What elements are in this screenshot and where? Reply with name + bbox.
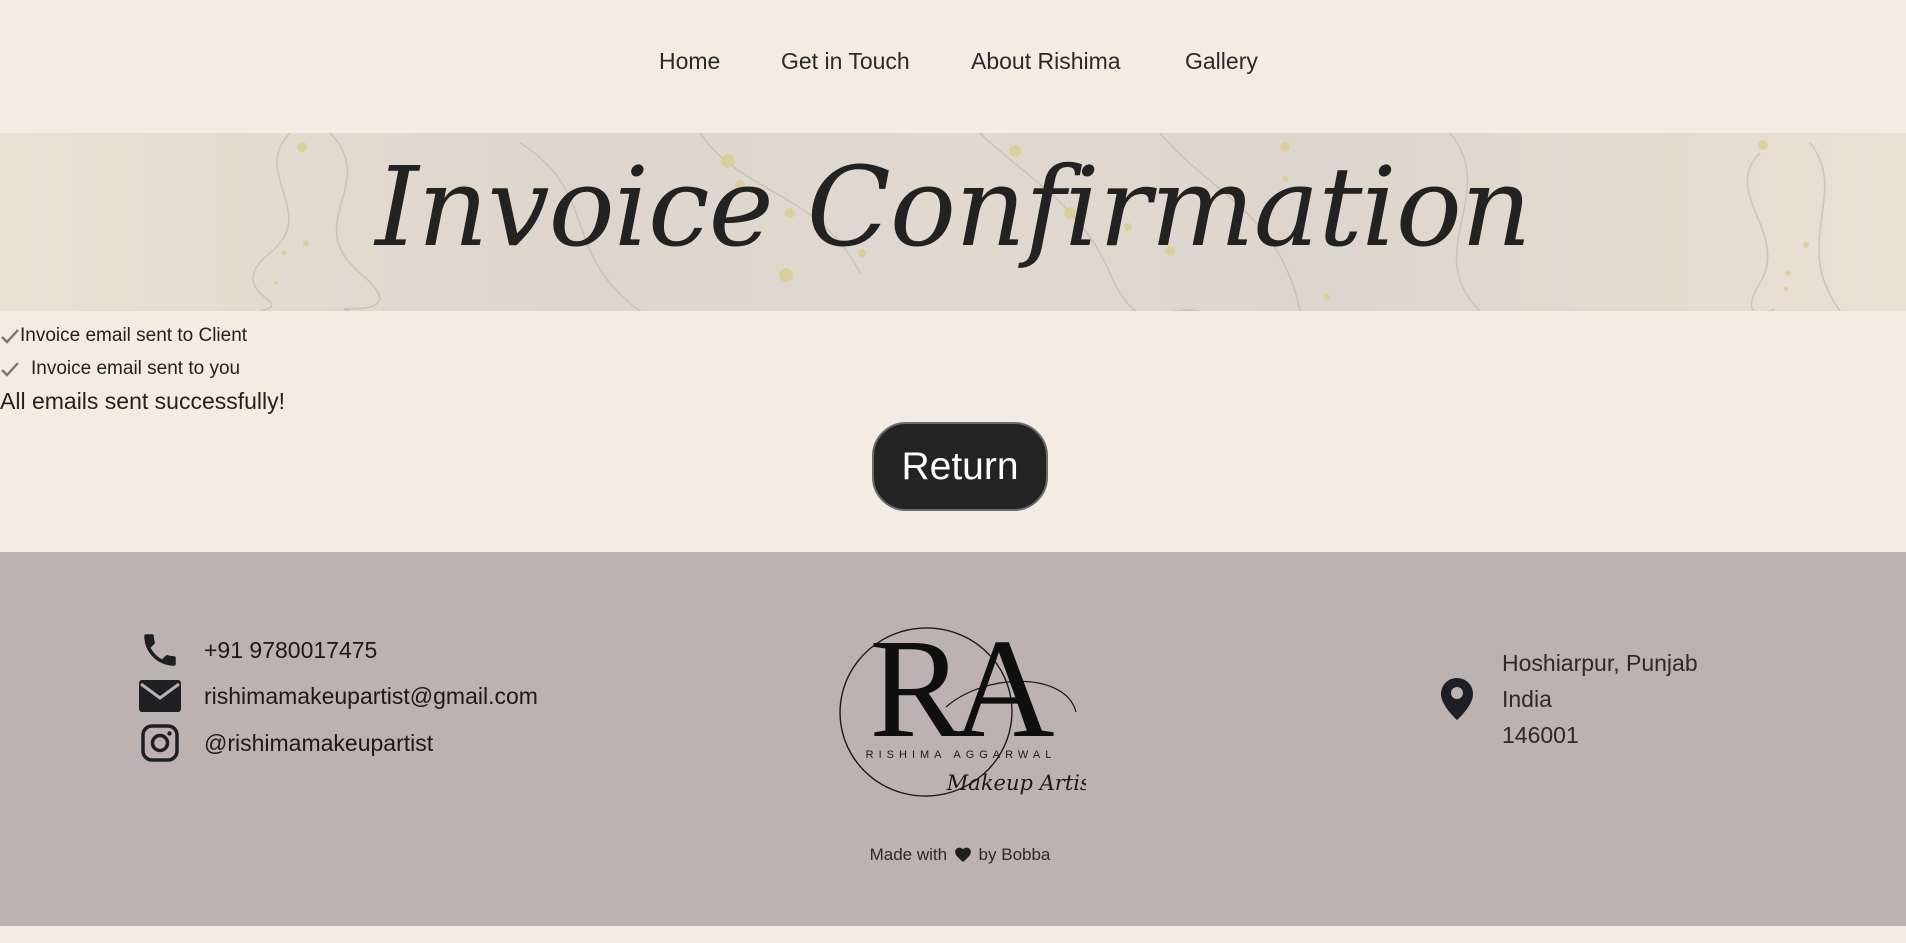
svg-text:RA: RA (869, 612, 1054, 767)
svg-text:RISHIMA AGGARWAL: RISHIMA AGGARWAL (866, 749, 1057, 761)
envelope-icon (138, 674, 182, 718)
phone-number: +91 9780017475 (204, 636, 378, 663)
check-icon (1, 362, 19, 377)
credit-prefix: Made with (869, 845, 948, 864)
nav-about-link[interactable]: About Rishima (971, 48, 1121, 75)
phone-icon (138, 628, 182, 672)
address-line-3: 146001 (1502, 722, 1579, 748)
page-banner: Invoice Confirmation (0, 133, 1906, 311)
status-client-email: Invoice email sent to Client (0, 325, 247, 347)
address-block: Hoshiarpur, Punjab India 146001 (1440, 645, 1698, 753)
heart-icon (954, 847, 971, 862)
contact-email[interactable]: rishimamakeupartist@gmail.com (138, 674, 538, 718)
credit-suffix: by Bobba (978, 845, 1051, 864)
status-you-text: Invoice email sent to you (31, 358, 241, 379)
page-title: Invoice Confirmation (375, 143, 1532, 271)
status-client-text: Invoice email sent to Client (20, 325, 248, 346)
top-navigation: Home Get in Touch About Rishima Gallery (0, 0, 1906, 133)
return-button[interactable]: Return (872, 422, 1048, 511)
nav-gallery-link[interactable]: Gallery (1185, 48, 1258, 75)
status-summary: All emails sent successfully! (0, 388, 286, 414)
brand-logo: RA RISHIMA AGGARWAL Makeup Artist (826, 609, 1100, 802)
instagram-icon (138, 721, 182, 765)
address-line-2: India (1502, 686, 1552, 712)
contact-instagram[interactable]: @rishimamakeupartist (138, 721, 433, 765)
email-address: rishimamakeupartist@gmail.com (204, 682, 538, 709)
map-pin-icon (1441, 678, 1473, 720)
instagram-handle: @rishimamakeupartist (204, 729, 434, 756)
check-icon (1, 329, 19, 344)
svg-text:Makeup Artist: Makeup Artist (946, 771, 1086, 795)
nav-home-link[interactable]: Home (659, 48, 720, 75)
made-with-credit: Made with by Bobba (0, 845, 1906, 865)
bottom-strip (0, 926, 1906, 943)
address-line-1: Hoshiarpur, Punjab (1502, 650, 1698, 676)
nav-get-in-touch-link[interactable]: Get in Touch (781, 48, 910, 75)
status-you-email: Invoice email sent to you (0, 358, 240, 380)
contact-phone[interactable]: +91 9780017475 (138, 628, 377, 672)
